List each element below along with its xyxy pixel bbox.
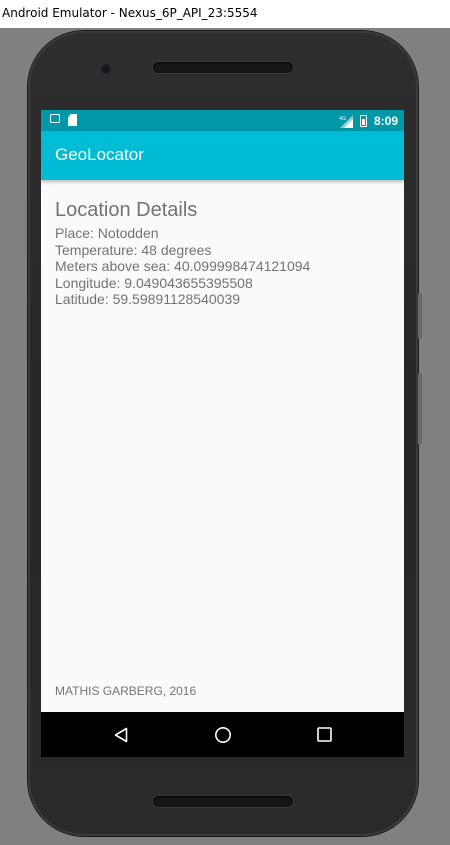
window-title: Android Emulator - Nexus_6P_API_23:5554 (0, 0, 450, 28)
network-label: 4G (339, 116, 346, 122)
location-details: Location Details Place: Notodden Tempera… (55, 198, 395, 308)
message-icon (50, 114, 60, 123)
top-speaker (153, 62, 293, 73)
recents-icon (317, 727, 332, 742)
status-bar: 4G 8:09 (41, 110, 404, 131)
temperature-text: Temperature: 48 degrees (55, 241, 212, 258)
power-button[interactable] (418, 293, 422, 339)
emulator-window: Android Emulator - Nexus_6P_API_23:5554 … (0, 0, 450, 845)
front-camera (101, 64, 111, 74)
footer-credit: MATHIS GARBERG, 2016 (55, 684, 197, 698)
status-clock: 8:09 (373, 113, 398, 128)
back-icon (114, 727, 127, 742)
longitude-text: Longitude: 9.049043655395508 (55, 274, 253, 291)
navigation-bar (41, 712, 404, 757)
signal-4g-icon: 4G (339, 114, 353, 128)
app-title: GeoLocator (55, 145, 144, 164)
battery-icon (359, 114, 367, 127)
back-button[interactable] (98, 712, 143, 757)
volume-button[interactable] (418, 373, 422, 445)
home-icon (214, 726, 231, 743)
recents-button[interactable] (302, 712, 347, 757)
location-heading: Location Details (55, 199, 198, 221)
device-screen: 4G 8:09 GeoLocator Location Details Plac… (41, 110, 404, 757)
home-button[interactable] (200, 712, 245, 757)
sd-card-icon (68, 114, 77, 126)
place-text: Place: Notodden (55, 225, 159, 241)
altitude-text: Meters above sea: 40.099998474121094 (55, 258, 311, 275)
bottom-speaker (153, 796, 293, 807)
latitude-text: Latitude: 59.59891128540039 (55, 291, 241, 308)
app-bar: GeoLocator (41, 131, 404, 180)
